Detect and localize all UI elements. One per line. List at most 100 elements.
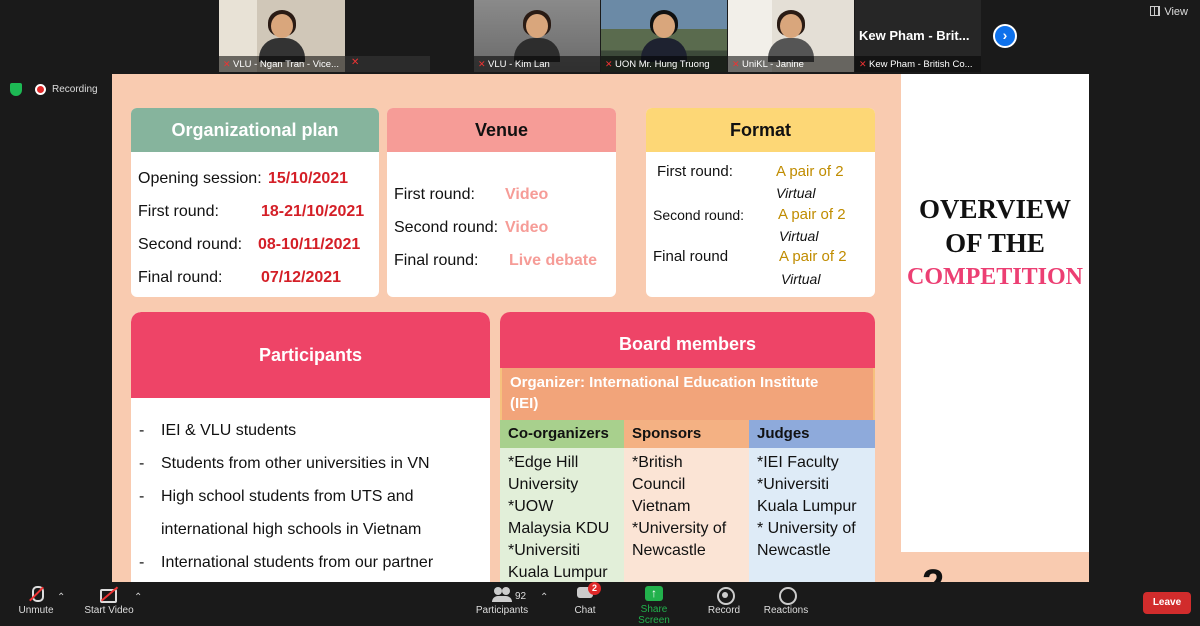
leave-button[interactable]: Leave (1143, 592, 1191, 614)
format-card: Format First round: A pair of 2 Virtual … (646, 108, 875, 297)
start-video-button[interactable]: Start Video (80, 584, 138, 616)
mic-muted-icon (26, 586, 46, 602)
coorganizers-column: Co-organizers *Edge Hill University *UOW… (500, 420, 624, 582)
view-button[interactable]: View (1150, 6, 1188, 18)
row-value: 15/10/2021 (268, 170, 349, 187)
column-line: *Edge Hill (508, 454, 579, 471)
column-header: Sponsors (624, 420, 749, 448)
row-value: A pair of 2 (778, 206, 846, 223)
card-title: Board members (500, 312, 875, 368)
title-line: OVERVIEW (918, 194, 1072, 224)
column-header: Judges (749, 420, 875, 448)
participant-name: VLU - Ngan Tran - Vice... (233, 59, 339, 70)
title-line: OF THE (945, 228, 1045, 258)
row-label: Opening session: (138, 170, 262, 187)
list-item-text: International students from our partner (161, 554, 434, 571)
reactions-button[interactable]: Reactions (762, 584, 810, 616)
share-screen-icon: ↑ (645, 586, 663, 601)
row-mode: Virtual (776, 185, 816, 201)
mic-muted-icon: ✕ (478, 59, 486, 69)
participant-video (514, 10, 560, 62)
next-page-button[interactable]: › (993, 24, 1017, 48)
list-item: - IEI & VLU students (139, 422, 297, 439)
video-tile[interactable]: Kew Pham - Brit... ✕ Kew Pham - British … (855, 0, 981, 72)
video-options-caret[interactable]: ⌃ (134, 592, 142, 603)
participants-count: 92 (515, 591, 527, 602)
participant-name-large: Kew Pham - Brit... (859, 28, 970, 43)
slide-side-panel (901, 74, 1089, 552)
organizer-text: Organizer: International Education Insti… (510, 374, 819, 391)
judges-column: Judges *IEI Faculty *Universiti Kuala Lu… (749, 420, 875, 582)
column-line: *Universiti (757, 476, 830, 493)
column-line: Vietnam (632, 498, 691, 515)
organizer-text: (IEI) (510, 395, 539, 412)
card-title: Format (646, 108, 875, 152)
video-strip: ✕ VLU - Ngan Tran - Vice... ✕ ✕ VLU - Kim … (0, 0, 1200, 72)
unmute-button[interactable]: Unmute (14, 584, 58, 616)
row-label: Final round: (138, 269, 223, 286)
participant-name: UniKL - Janine (742, 59, 804, 70)
smiley-icon (776, 586, 797, 605)
title-line: COMPETITION (906, 264, 1083, 290)
recording-label: Recording (52, 84, 98, 95)
video-tile[interactable]: ✕ VLU - Ngan Tran - Vice... (219, 0, 345, 72)
row-value: A pair of 2 (779, 248, 847, 265)
participant-video (259, 10, 305, 62)
chat-icon: 2 (575, 582, 601, 602)
row-value: 07/12/2021 (261, 269, 342, 286)
mic-muted-icon: ✕ (732, 59, 740, 69)
mic-muted-icon: ✕ (605, 59, 613, 69)
mic-muted-icon: ✕ (859, 59, 870, 69)
row-value: Video (505, 219, 549, 236)
button-label: Chat (574, 605, 596, 616)
venue-card: Venue First round: Video Second round: V… (387, 108, 616, 297)
button-label: Reactions (763, 605, 809, 616)
shared-slide: 2 OVERVIEW OF THE COMPETITION Organizati… (112, 74, 1089, 582)
grid-icon (1150, 6, 1161, 16)
participant-name: Kew Pham - British Co... (869, 59, 973, 70)
list-item-text: High school students from UTS and (161, 488, 414, 505)
list-item: - Students from other universities in VN (139, 455, 430, 472)
column-line: Kuala Lumpur (757, 498, 857, 515)
list-item-text: IEI & VLU students (161, 422, 297, 439)
row-value: Video (505, 186, 549, 203)
card-title: Venue (387, 108, 616, 152)
participant-name: UON Mr. Hung Truong (615, 59, 710, 70)
audio-options-caret[interactable]: ⌃ (57, 592, 65, 603)
card-title: Participants (131, 312, 490, 398)
record-icon (714, 586, 735, 605)
row-value: A pair of 2 (776, 163, 844, 180)
row-value: 08-10/11/2021 (258, 236, 361, 253)
row-label: First round: (394, 186, 475, 203)
participants-card: Participants - IEI & VLU students - Studen… (131, 312, 490, 582)
column-line: *UOW (508, 498, 554, 515)
row-label: Final round: (394, 252, 479, 269)
column-line: *University of (632, 520, 727, 537)
participant-name: VLU - Kim Lan (488, 59, 550, 70)
row-mode: Virtual (779, 228, 819, 244)
row-value: 18-21/10/2021 (261, 203, 365, 220)
button-label: Record (707, 605, 741, 616)
column-line: *IEI Faculty (757, 454, 839, 471)
list-item: international high schools in Vietnam (139, 521, 421, 539)
column-line: Malaysia KDU (508, 520, 610, 537)
mic-muted-icon: ✕ (223, 59, 231, 69)
participants-options-caret[interactable]: ⌃ (540, 592, 548, 603)
video-tile[interactable]: ✕ VLU - Kim Lan (474, 0, 600, 72)
share-screen-button[interactable]: ↑ Share Screen (624, 584, 684, 626)
row-label: Second round: (138, 236, 243, 253)
view-label: View (1164, 6, 1188, 18)
participants-icon (492, 586, 512, 602)
button-label: Participants (475, 605, 529, 616)
video-tile[interactable]: ✕ UON Mr. Hung Truong (601, 0, 727, 72)
chat-button[interactable]: 2 Chat (570, 582, 601, 616)
organizer-banner: Organizer: International Education Insti… (500, 368, 875, 420)
video-tile[interactable]: ✕ UniKL - Janine (728, 0, 854, 72)
slide-title: OVERVIEW OF THE COMPETITION (901, 192, 1089, 294)
card-title: Organizational plan (131, 108, 379, 152)
participant-video (768, 10, 814, 62)
video-off-icon (99, 586, 119, 603)
column-line: * University of (757, 520, 856, 537)
record-button[interactable]: Record (705, 584, 743, 616)
row-label: Final round (653, 248, 729, 265)
